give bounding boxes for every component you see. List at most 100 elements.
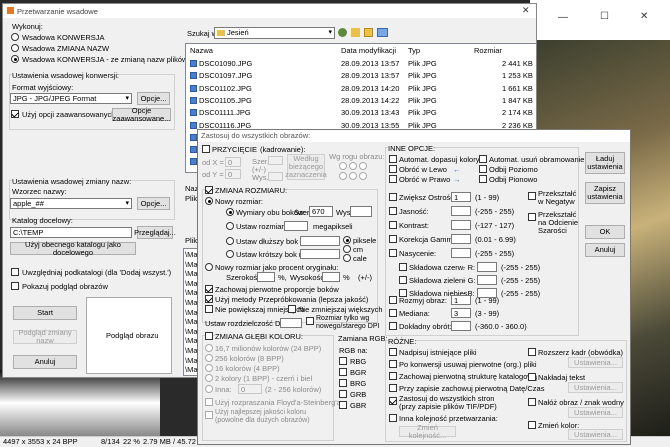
blur-input[interactable]: 1 [451,295,471,305]
crop-width-input[interactable] [268,156,283,165]
text-overlay-checkbox[interactable] [528,373,536,381]
source-list-item[interactable]: \Ma [185,327,198,336]
rotate-exact-checkbox[interactable] [389,322,397,330]
show-preview-checkbox[interactable] [11,282,19,290]
col-header-name[interactable]: Nazwa [190,46,213,55]
brightness-checkbox[interactable] [389,207,397,215]
crop-y-input[interactable]: 0 [225,169,241,179]
median-input[interactable]: 3 [451,308,471,318]
watermark-settings-button[interactable]: Ustawienia... [568,407,623,418]
percent-width-input[interactable] [257,272,275,282]
megapixel-radio[interactable] [226,222,234,230]
dims-radio[interactable] [226,208,234,216]
file-row[interactable]: DSC01097.JPG 28.09.2013 13:57 Plik JPG 1 25… [186,71,536,80]
resample-checkbox[interactable] [205,295,213,303]
grayscale-checkbox[interactable] [528,213,536,221]
load-settings-button[interactable]: Ładuj ustawienia [585,152,625,174]
color-other-input[interactable]: 0 [238,384,262,394]
red-input[interactable] [477,262,497,272]
megapixel-input[interactable] [284,221,308,231]
source-list-item[interactable]: \Ma [185,288,198,297]
border-checkbox[interactable] [528,348,536,356]
text-settings-button[interactable]: Ustawienia... [568,382,623,393]
view-menu-icon[interactable] [377,28,388,37]
blur-checkbox[interactable] [389,296,397,304]
file-row[interactable]: DSC01090.JPG 28.09.2013 13:57 Plik JPG 2 44… [186,59,536,68]
resize-width-input[interactable]: 670 [309,206,333,217]
keep-ratio-checkbox[interactable] [205,285,213,293]
color-24bpp-radio[interactable] [205,344,213,352]
source-list-item[interactable]: \Ma [185,269,198,278]
saturation-input[interactable] [451,248,471,258]
subdirs-checkbox[interactable] [11,268,19,276]
color-1bpp-radio[interactable] [205,374,213,382]
new-size-radio[interactable] [205,197,213,205]
resize-height-input[interactable] [350,206,372,217]
median-checkbox[interactable] [389,309,397,317]
sharpen-input[interactable]: 1 [451,192,471,202]
advanced-options-button[interactable]: Opcje zaawansowane... [112,106,171,122]
color-other-radio[interactable] [205,385,213,393]
mode-rename-radio[interactable] [11,44,19,52]
rgb-grb-checkbox[interactable] [339,390,347,398]
start-button[interactable]: Start [13,306,77,320]
no-shrink-checkbox[interactable] [288,305,296,313]
short-side-input[interactable] [300,249,340,259]
resize-checkbox[interactable] [205,186,213,194]
file-row[interactable]: DSC01102.JPG 28.09.2013 14:20 Plik JPG 1 66… [186,84,536,93]
batch-close-icon[interactable]: ✕ [522,5,530,16]
rotate-left-checkbox[interactable] [389,165,397,173]
up-folder-icon[interactable] [351,28,360,37]
saturation-checkbox[interactable] [389,249,397,257]
source-list-item[interactable]: \Ma [185,260,198,269]
crop-x-input[interactable]: 0 [225,157,241,167]
pattern-select[interactable]: apple_## [10,198,132,209]
format-options-button[interactable]: Opcje... [137,92,170,105]
keep-date-checkbox[interactable] [389,384,397,392]
dpi-only-checkbox[interactable] [306,317,314,325]
color-8bpp-radio[interactable] [205,354,213,362]
crop-checkbox[interactable] [202,145,210,153]
auto-crop-checkbox[interactable] [479,155,487,163]
corner-selector[interactable] [339,162,369,184]
best-quality-checkbox[interactable] [205,411,213,419]
sharpen-checkbox[interactable] [389,193,397,201]
overwrite-checkbox[interactable] [389,348,397,356]
new-folder-icon[interactable] [364,28,373,37]
negative-checkbox[interactable] [528,192,536,200]
source-list-item[interactable]: \Ma [185,336,198,345]
source-list-item[interactable]: \Ma [185,317,198,326]
back-icon[interactable] [338,28,347,37]
crop-height-input[interactable] [268,172,283,181]
pattern-options-button[interactable]: Opcje... [137,197,170,210]
maximize-icon[interactable]: ☐ [600,11,609,22]
file-row[interactable]: DSC01111.JPG 30.09.2013 13:43 Plik JPG 2 17… [186,108,536,117]
gamma-checkbox[interactable] [389,235,397,243]
gamma-input[interactable] [451,234,471,244]
rgb-bgr-checkbox[interactable] [339,368,347,376]
source-list-item[interactable]: \Ma [185,279,198,288]
preview-rename-button[interactable]: Podgląd zmiany nazw [13,329,77,345]
use-current-dir-button[interactable]: Użyj obecnego katalogu jako docelowego [10,240,136,256]
mode-convert-radio[interactable] [11,33,19,41]
long-side-input[interactable] [300,236,340,246]
rgb-gbr-checkbox[interactable] [339,401,347,409]
brightness-input[interactable] [451,206,471,216]
change-color-settings-button[interactable]: Ustawienia... [568,429,623,440]
contrast-input[interactable] [451,220,471,230]
border-settings-button[interactable]: Ustawienia... [568,357,623,368]
long-side-radio[interactable] [226,237,234,245]
ok-button[interactable]: OK [585,225,625,239]
rgb-brg-checkbox[interactable] [339,379,347,387]
color-4bpp-radio[interactable] [205,364,213,372]
contrast-checkbox[interactable] [389,221,397,229]
source-list-item[interactable]: \Ma [185,250,198,259]
save-settings-button[interactable]: Zapisz ustawienia [585,182,625,204]
flip-v-checkbox[interactable] [479,175,487,183]
dialog-cancel-button[interactable]: Anuluj [585,243,625,257]
watermark-checkbox[interactable] [528,398,536,406]
change-order-button[interactable]: Zmień kolejność... [399,423,456,439]
all-pages-checkbox[interactable] [389,397,397,405]
col-header-date[interactable]: Data modyfikacji [341,46,396,55]
floyd-checkbox[interactable] [205,398,213,406]
